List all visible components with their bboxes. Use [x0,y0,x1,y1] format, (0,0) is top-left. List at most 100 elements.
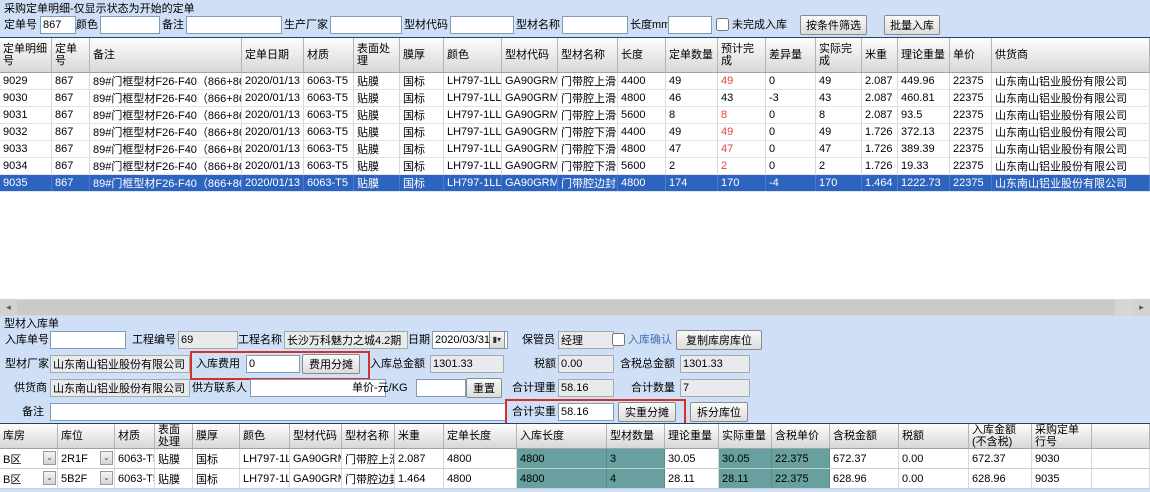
cell: 867 [52,124,90,140]
unit-price-label: 单价-元/KG [352,379,408,397]
column-header-15[interactable]: 含税金额 [830,424,899,448]
table-row[interactable]: 902986789#门框型材F26-F40（866+867）2020/01/13… [0,73,1150,90]
column-header-17[interactable]: 单价 [950,38,992,72]
actual-weight-share-button[interactable]: 实重分摊 [618,402,676,422]
column-header-5[interactable]: 颜色 [240,424,290,448]
column-header-13[interactable]: 差异量 [766,38,816,72]
horizontal-scrollbar[interactable]: ◂ ▸ [0,299,1150,316]
column-header-12[interactable]: 预计完成 [718,38,766,72]
project-name-input[interactable] [284,331,408,349]
column-header-19[interactable] [1092,424,1150,448]
color-input[interactable] [100,16,160,34]
column-header-3[interactable]: 表面处理 [155,424,193,448]
column-header-15[interactable]: 米重 [862,38,898,72]
scroll-left-arrow-icon[interactable]: ◂ [0,299,17,316]
total-actual-weight-input[interactable] [558,403,614,421]
table-row[interactable]: B区⌄5B2F⌄6063-T5贴膜国标LH797-1LL0GA90GRM05门带… [0,469,1150,489]
column-header-14[interactable]: 含税单价 [772,424,830,448]
total-theory-weight-input[interactable] [558,379,614,397]
cell: 国标 [400,158,444,174]
total-qty-input[interactable] [680,379,750,397]
column-header-12[interactable]: 理论重量 [665,424,719,448]
manufacturer-input[interactable] [330,16,402,34]
inbound-no-input[interactable] [50,331,126,349]
column-header-1[interactable]: 库位 [58,424,115,448]
column-header-10[interactable]: 入库长度 [517,424,607,448]
cell: 9035 [0,175,52,191]
profile-name-input[interactable] [562,16,628,34]
inbound-confirm-checkbox[interactable] [612,333,625,346]
column-header-0[interactable]: 库房 [0,424,58,448]
table-row[interactable]: 903186789#门框型材F26-F40（866+867）2020/01/13… [0,107,1150,124]
dropdown-arrow-icon[interactable]: ⌄ [43,451,56,465]
scroll-right-arrow-icon[interactable]: ▸ [1133,299,1150,316]
column-header-4[interactable]: 膜厚 [193,424,240,448]
column-header-2[interactable]: 备注 [90,38,242,72]
column-header-1[interactable]: 定单号 [52,38,90,72]
column-header-10[interactable]: 长度 [618,38,666,72]
scrollbar-thumb[interactable] [17,300,1115,315]
dropdown-arrow-icon[interactable]: ⌄ [100,471,113,485]
column-header-4[interactable]: 材质 [304,38,354,72]
filter-bar: 定单号 颜色 备注 生产厂家 型材代码 型材名称 长度mm 未完成入库 按条件筛… [0,14,1150,37]
column-header-0[interactable]: 定单明细号 [0,38,52,72]
column-header-9[interactable]: 型材名称 [558,38,618,72]
column-header-9[interactable]: 定单长度 [444,424,517,448]
project-no-input[interactable] [178,331,238,349]
supplier-input[interactable] [50,379,190,397]
cell: 贴膜 [354,107,400,123]
table-row[interactable]: 903586789#门框型材F26-F40（866+867）2020/01/13… [0,175,1150,192]
column-header-18[interactable]: 供货商 [992,38,1150,72]
cell: 贴膜 [155,449,193,468]
column-header-11[interactable]: 型材数量 [607,424,665,448]
column-header-18[interactable]: 采购定单行号 [1032,424,1092,448]
cell: 30.05 [665,449,719,468]
order-no-input[interactable] [40,16,76,34]
cell: 9031 [0,107,52,123]
table-row[interactable]: 903286789#门框型材F26-F40（866+867）2020/01/13… [0,124,1150,141]
column-header-2[interactable]: 材质 [115,424,155,448]
cell: 867 [52,107,90,123]
profile-code-input[interactable] [450,16,514,34]
column-header-8[interactable]: 型材代码 [502,38,558,72]
table-row[interactable]: B区⌄2R1F⌄6063-T5贴膜国标LH797-1LL0GA90GRM03门带… [0,449,1150,469]
inbound-remark-input[interactable] [50,403,506,421]
dropdown-arrow-icon[interactable]: ⌄ [100,451,113,465]
calendar-dropdown-icon[interactable]: ▮▾ [489,331,505,349]
length-input[interactable] [668,16,712,34]
table-row[interactable]: 903386789#门框型材F26-F40（866+867）2020/01/13… [0,141,1150,158]
column-header-17[interactable]: 入库金额(不含税) [969,424,1032,448]
column-header-16[interactable]: 税额 [899,424,969,448]
tax-input[interactable] [558,355,614,373]
filter-by-condition-button[interactable]: 按条件筛选 [800,15,867,35]
profile-manufacturer-input[interactable] [50,355,190,373]
column-header-13[interactable]: 实际重量 [719,424,772,448]
column-header-14[interactable]: 实际完成 [816,38,862,72]
table-row[interactable]: 903486789#门框型材F26-F40（866+867）2020/01/13… [0,158,1150,175]
dropdown-arrow-icon[interactable]: ⌄ [43,471,56,485]
column-header-5[interactable]: 表面处理 [354,38,400,72]
batch-inbound-button[interactable]: 批量入库 [884,15,940,35]
column-header-7[interactable]: 颜色 [444,38,502,72]
reset-button[interactable]: 重置 [466,378,502,398]
column-header-3[interactable]: 定单日期 [242,38,304,72]
unfinished-inbound-checkbox[interactable] [716,18,729,31]
total-with-tax-input[interactable] [680,355,750,373]
split-location-button[interactable]: 拆分库位 [690,402,748,422]
keeper-input[interactable] [558,331,614,349]
cell: 门带腔上滑 [558,90,618,106]
column-header-7[interactable]: 型材名称 [342,424,395,448]
total-amount-input[interactable] [430,355,504,373]
inbound-fee-input[interactable] [246,355,300,373]
unit-price-input[interactable] [416,379,466,397]
column-header-6[interactable]: 型材代码 [290,424,342,448]
cell: 4800 [618,175,666,191]
copy-warehouse-location-button[interactable]: 复制库房库位 [676,330,762,350]
column-header-16[interactable]: 理论重量 [898,38,950,72]
table-row[interactable]: 903086789#门框型材F26-F40（866+867）2020/01/13… [0,90,1150,107]
remark-input[interactable] [186,16,282,34]
column-header-8[interactable]: 米重 [395,424,444,448]
column-header-6[interactable]: 膜厚 [400,38,444,72]
fee-share-button[interactable]: 费用分摊 [302,354,360,374]
column-header-11[interactable]: 定单数量 [666,38,718,72]
